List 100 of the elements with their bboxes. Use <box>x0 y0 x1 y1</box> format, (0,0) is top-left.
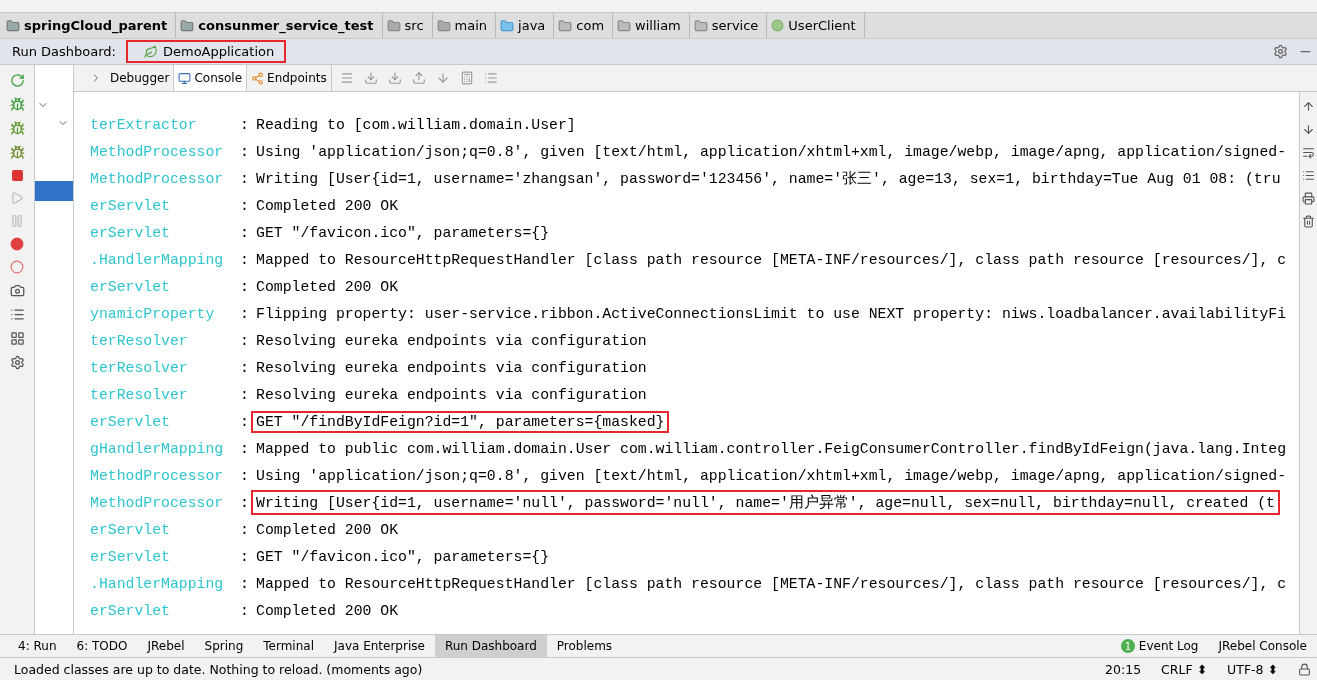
mute-breakpoints-icon[interactable] <box>10 260 24 274</box>
breadcrumb[interactable]: java <box>496 13 555 38</box>
wrap-icon[interactable] <box>1302 146 1315 159</box>
folder-icon <box>436 18 451 33</box>
status-message: Loaded classes are up to date. Nothing to reload. (moments ago) <box>14 661 424 677</box>
package-folder-icon <box>617 18 632 33</box>
tool-window-tab[interactable]: 1 Event Log <box>1110 635 1209 657</box>
separator: : <box>240 305 250 322</box>
logger-name: MethodProcessor <box>89 143 225 160</box>
logger-name: MethodProcessor <box>89 170 225 187</box>
breadcrumb[interactable]: main <box>432 13 497 38</box>
up-icon[interactable] <box>1302 100 1315 113</box>
log-message: Writing [User{id=1, username='null', password='null', name='用户异常', age=null, sex=null, birthday=null, created (t <box>251 490 1280 515</box>
endpoints-icon <box>251 71 265 85</box>
separator: : <box>240 197 250 214</box>
logger-name: gHandlerMapping <box>89 440 225 457</box>
print-icon[interactable] <box>1302 192 1315 205</box>
log-message: Completed 200 OK <box>255 277 400 297</box>
breadcrumb[interactable]: service <box>689 13 768 38</box>
settings-icon[interactable] <box>9 355 25 370</box>
log-message: Flipping property: user-service.ribbon.ActiveConnectionsLimit to use NEXT property: niws.loadbalancer.availabilityFi <box>255 304 1288 324</box>
encoding[interactable]: UTF-8 ⬍ <box>1227 661 1278 677</box>
separator: : <box>240 251 250 268</box>
down-icon[interactable] <box>1302 123 1315 136</box>
cursor-position[interactable]: 20:15 <box>1105 661 1142 677</box>
breadcrumb[interactable]: src <box>382 13 433 38</box>
tool-window-tab[interactable]: 6: TODO <box>66 635 138 657</box>
console-tab[interactable]: Endpoints <box>247 65 332 91</box>
breakpoints-icon[interactable] <box>10 237 24 251</box>
separator: : <box>240 521 250 538</box>
application-tab[interactable]: DemoApplication <box>125 40 287 63</box>
separator: : <box>240 224 250 241</box>
console-tab[interactable]: Console <box>174 65 248 91</box>
tool-window-tab[interactable]: Problems <box>546 635 623 657</box>
stop-icon[interactable] <box>10 169 24 182</box>
tool-window-tab[interactable]: Java Enterprise <box>324 635 435 657</box>
lock-icon[interactable] <box>1298 662 1311 676</box>
tool-window-tab[interactable]: 4: Run <box>8 635 67 657</box>
list-icon[interactable] <box>483 71 498 85</box>
logger-name: erServlet <box>89 548 171 565</box>
tool-window-tab[interactable]: Spring <box>194 635 254 657</box>
console-icon <box>178 71 192 85</box>
separator: : <box>240 440 250 457</box>
breadcrumb[interactable]: com <box>554 13 614 38</box>
log-message: Reading to [com.william.domain.User] <box>255 115 577 135</box>
calculator-icon[interactable] <box>459 71 474 85</box>
log-message: Mapped to public com.william.domain.User com.william.controller.FeigConsumerController.findByIdFeign(java.lang.Integ <box>255 439 1288 459</box>
count-badge: 1 <box>1120 639 1135 653</box>
logger-name: terExtractor <box>89 116 198 133</box>
log-message: Using 'application/json;q=0.8', given [text/html, application/xhtml+xml, image/webp, image/apng, application/signed- <box>255 142 1288 162</box>
separator: : <box>240 170 250 187</box>
separator: : <box>240 413 250 430</box>
log-message: Mapped to ResourceHttpRequestHandler [class path resource [META-INF/resources/], class path resource [resources/], c <box>255 574 1288 594</box>
log-message: GET "/favicon.ico", parameters={} <box>255 547 551 567</box>
tool-window-tab[interactable]: Terminal <box>253 635 324 657</box>
logger-name: erServlet <box>89 278 171 295</box>
resume-icon[interactable] <box>10 191 24 205</box>
separator: : <box>240 143 250 160</box>
camera-icon[interactable] <box>9 283 25 298</box>
settings-icon[interactable] <box>1273 44 1288 59</box>
tool-window-tab[interactable]: JRebel Console <box>1208 635 1317 657</box>
bug-icon[interactable] <box>9 97 25 112</box>
logger-name: MethodProcessor <box>89 467 225 484</box>
folder-icon <box>500 18 515 33</box>
breadcrumb[interactable]: UserClient <box>767 13 865 38</box>
log-message: GET "/findByIdFeign?id=1", parameters={masked} <box>251 410 670 433</box>
log-message: Completed 200 OK <box>255 196 400 216</box>
log-message: GET "/favicon.ico", parameters={} <box>255 223 551 243</box>
log-message: Completed 200 OK <box>255 601 400 621</box>
logger-name: ynamicProperty <box>89 305 216 322</box>
log-message: Resolving eureka endpoints via configuration <box>255 331 648 351</box>
separator: : <box>240 575 250 592</box>
trash-icon[interactable] <box>1302 215 1315 228</box>
logger-name: .HandlerMapping <box>89 575 225 592</box>
log-message: Resolving eureka endpoints via configuration <box>255 385 648 405</box>
separator: : <box>240 278 250 295</box>
bug-icon[interactable] <box>9 121 25 136</box>
breadcrumb[interactable]: springCloud_parent <box>2 13 177 38</box>
panel-title: Run Dashboard: <box>12 44 116 59</box>
log-message: Completed 200 OK <box>255 520 400 540</box>
log-message: Resolving eureka endpoints via configuration <box>255 358 648 378</box>
logger-name: erServlet <box>89 197 171 214</box>
tool-window-tab[interactable]: JRebel <box>137 635 195 657</box>
menu-icon[interactable] <box>339 71 354 85</box>
line-ending[interactable]: CRLF ⬍ <box>1161 661 1208 677</box>
logger-name: .HandlerMapping <box>89 251 225 268</box>
bug-icon[interactable] <box>9 145 25 160</box>
log-message: Using 'application/json;q=0.8', given [text/html, application/xhtml+xml, image/webp, image/apng, application/signed- <box>255 466 1288 486</box>
logger-name: erServlet <box>89 521 171 538</box>
rerun-icon[interactable] <box>9 73 25 88</box>
module-folder-icon <box>6 18 20 33</box>
logger-name: MethodProcessor <box>89 494 225 511</box>
separator: : <box>240 332 250 349</box>
logger-name: erServlet <box>89 224 171 241</box>
breadcrumb[interactable]: consunmer_service_test <box>176 13 383 38</box>
breadcrumb[interactable]: william <box>613 13 690 38</box>
separator: : <box>240 116 250 133</box>
folder-icon <box>386 18 401 33</box>
tool-window-tab[interactable]: Run Dashboard <box>434 635 547 657</box>
logger-name: terResolver <box>89 332 189 349</box>
